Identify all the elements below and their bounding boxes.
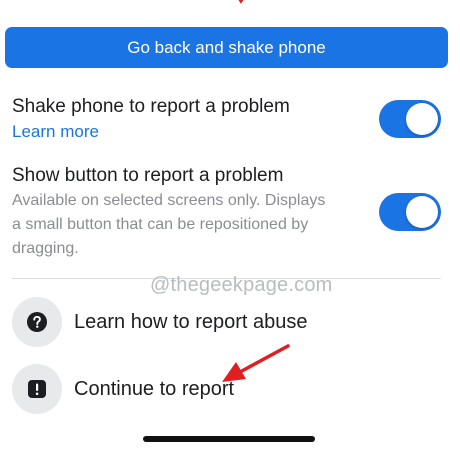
report-problem-screen: Go back and shake phone Shake phone to r… bbox=[0, 0, 460, 453]
shake-to-report-toggle[interactable] bbox=[379, 100, 441, 138]
icon-circle bbox=[12, 297, 62, 347]
annotation-arrow-icon bbox=[222, 344, 290, 382]
annotation-arrow-tip-icon bbox=[238, 0, 244, 4]
show-report-button-toggle[interactable] bbox=[379, 193, 441, 231]
go-back-and-shake-button[interactable]: Go back and shake phone bbox=[5, 27, 448, 68]
setting-description: Available on selected screens only. Disp… bbox=[12, 192, 326, 257]
watermark: @thegeekpage.com bbox=[150, 274, 333, 296]
toggle-knob bbox=[406, 103, 438, 135]
toggle-knob bbox=[406, 196, 438, 228]
menu-item-label: Learn how to report abuse bbox=[74, 310, 308, 333]
setting-title: Show button to report a problem bbox=[12, 165, 284, 186]
icon-circle bbox=[12, 364, 62, 414]
question-mark-icon bbox=[27, 312, 47, 332]
exclamation-icon bbox=[28, 380, 46, 398]
home-indicator[interactable] bbox=[143, 436, 315, 442]
